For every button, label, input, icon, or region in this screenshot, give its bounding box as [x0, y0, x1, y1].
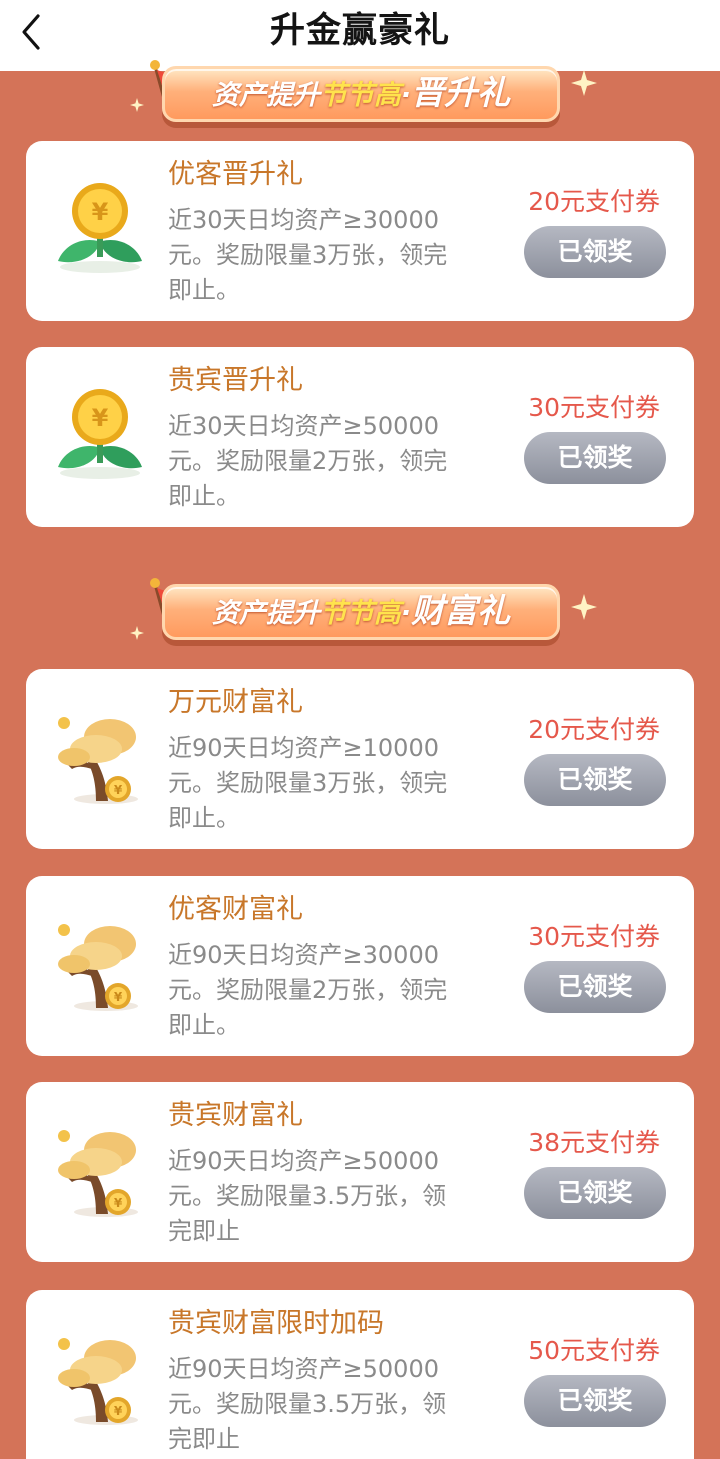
claimed-button[interactable]: 已领奖	[524, 1167, 666, 1219]
money-tree-icon: ¥	[58, 1130, 138, 1217]
sparkle-icon	[130, 98, 144, 112]
reward-card: ¥ 万元财富礼 近90天日均资产≥10000元。奖励限量3万张，领完即止。 20…	[26, 669, 694, 849]
money-tree-icon: ¥	[58, 717, 138, 804]
svg-text:¥: ¥	[114, 1404, 123, 1418]
banner-dot: ·	[400, 80, 412, 111]
svg-text:¥: ¥	[114, 1196, 123, 1210]
banner-title: 资产提升节节高·财富礼	[162, 586, 560, 636]
coupon-label: 38元支付券	[528, 1128, 660, 1157]
banner-prefix: 资产提升	[211, 80, 320, 111]
claimed-button[interactable]: 已领奖	[524, 432, 666, 484]
reward-card: ¥ 优客财富礼 近90天日均资产≥30000元。奖励限量2万张，领完即止。 30…	[26, 876, 694, 1056]
banner-name: 财富礼	[411, 591, 511, 630]
coin-flower-icon: ¥	[58, 183, 142, 273]
reward-description: 近90天日均资产≥50000元。奖励限量3.5万张，领完即止	[168, 1355, 447, 1453]
reward-description: 近30天日均资产≥30000元。奖励限量3万张，领完即止。	[168, 206, 448, 304]
reward-title: 贵宾晋升礼	[168, 365, 303, 396]
reward-title: 贵宾财富限时加码	[168, 1308, 384, 1339]
claimed-button[interactable]: 已领奖	[524, 961, 666, 1013]
section-banner-promotion: 资产提升节节高·晋升礼	[125, 58, 597, 138]
page-title: 升金赢豪礼	[269, 11, 450, 51]
reward-card: ¥ 贵宾财富礼 近90天日均资产≥50000元。奖励限量3.5万张，领完即止 3…	[26, 1082, 694, 1262]
reward-title: 优客晋升礼	[168, 159, 303, 190]
banner-name: 晋升礼	[411, 73, 511, 112]
reward-card: ¥ 优客晋升礼 近30天日均资产≥30000元。奖励限量3万张，领完即止。 20…	[26, 141, 694, 321]
coupon-label: 30元支付券	[528, 922, 660, 951]
sparkle-icon	[130, 626, 144, 640]
svg-text:¥: ¥	[92, 198, 109, 226]
svg-text:¥: ¥	[114, 783, 123, 797]
reward-title: 优客财富礼	[168, 894, 303, 925]
banner-highlight: 节节高	[319, 598, 401, 629]
money-tree-icon: ¥	[58, 924, 138, 1011]
banner-prefix: 资产提升	[211, 598, 320, 629]
coupon-label: 30元支付券	[528, 393, 660, 422]
banner-title: 资产提升节节高·晋升礼	[162, 68, 560, 118]
reward-card: ¥ 贵宾财富限时加码 近90天日均资产≥50000元。奖励限量3.5万张，领完即…	[26, 1290, 694, 1459]
claimed-button[interactable]: 已领奖	[524, 226, 666, 278]
coin-flower-icon: ¥	[58, 389, 142, 479]
sparkle-icon	[571, 70, 597, 96]
reward-card: ¥ 贵宾晋升礼 近30天日均资产≥50000元。奖励限量2万张，领完即止。 30…	[26, 347, 694, 527]
sparkle-icon	[571, 594, 597, 620]
reward-description: 近90天日均资产≥10000元。奖励限量3万张，领完即止。	[168, 734, 448, 832]
reward-description: 近90天日均资产≥50000元。奖励限量3.5万张，领完即止	[168, 1147, 447, 1245]
banner-dot: ·	[400, 598, 412, 629]
money-tree-icon: ¥	[58, 1338, 138, 1425]
section-banner-wealth: 资产提升节节高·财富礼	[125, 576, 597, 656]
banner-highlight: 节节高	[319, 80, 401, 111]
claimed-button[interactable]: 已领奖	[524, 754, 666, 806]
reward-title: 万元财富礼	[168, 687, 303, 718]
svg-text:¥: ¥	[92, 404, 109, 432]
svg-text:¥: ¥	[114, 990, 123, 1004]
reward-description: 近90天日均资产≥30000元。奖励限量2万张，领完即止。	[168, 941, 448, 1039]
coupon-label: 20元支付券	[528, 715, 660, 744]
coupon-label: 50元支付券	[528, 1336, 660, 1365]
reward-title: 贵宾财富礼	[168, 1100, 303, 1131]
coupon-label: 20元支付券	[528, 187, 660, 216]
reward-description: 近30天日均资产≥50000元。奖励限量2万张，领完即止。	[168, 412, 448, 510]
claimed-button[interactable]: 已领奖	[524, 1375, 666, 1427]
